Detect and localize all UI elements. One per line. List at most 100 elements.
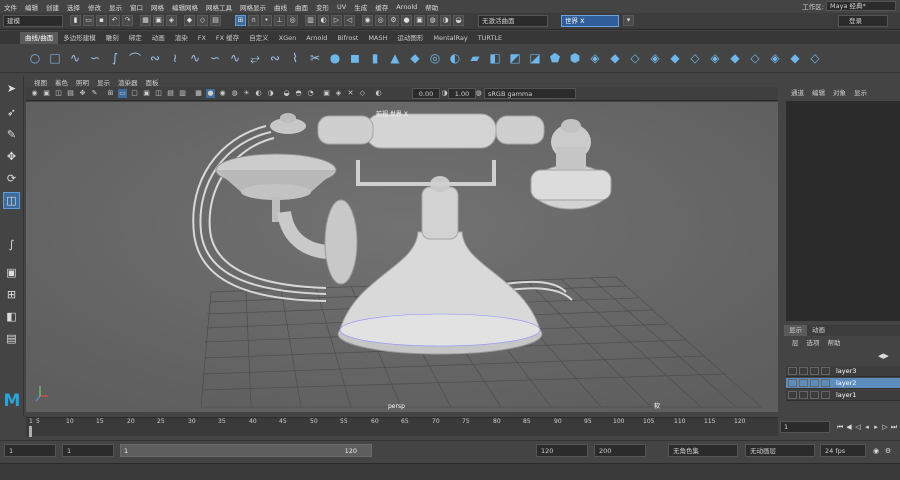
anim-layer-dropdown[interactable]: 无动画层 <box>745 444 815 457</box>
nurbs-torus-icon[interactable]: ◎ <box>426 49 444 67</box>
insert-knot-icon[interactable]: ∾ <box>266 49 284 67</box>
menu-item[interactable]: 曲面 <box>291 2 312 12</box>
xray-components-icon[interactable]: ◇ <box>358 89 367 98</box>
field-chart-icon[interactable]: ◫ <box>154 89 163 98</box>
stitch-icon[interactable]: ◈ <box>646 49 664 67</box>
go-to-end-icon[interactable]: ⏭ <box>890 422 898 432</box>
current-frame-field[interactable]: 1 <box>780 421 830 433</box>
layer-row[interactable]: layer1 <box>786 390 900 401</box>
menu-item[interactable]: 网格显示 <box>236 2 270 12</box>
snap-view-icon[interactable]: ⊥ <box>274 15 285 26</box>
layer-playback-toggle[interactable] <box>799 379 808 387</box>
range-slider[interactable]: 1 120 <box>120 444 372 457</box>
single-view-icon[interactable]: ▣ <box>3 264 20 281</box>
layer-menu-item[interactable]: 选项 <box>803 337 824 347</box>
go-to-start-icon[interactable]: ⏮ <box>836 422 844 432</box>
wireframe-icon[interactable]: ▦ <box>194 89 203 98</box>
detach-curve-icon[interactable]: ∿ <box>186 49 204 67</box>
menu-item[interactable]: 修改 <box>84 2 105 12</box>
input-icon[interactable]: ▷ <box>331 15 342 26</box>
surface-fillet-icon[interactable]: ◇ <box>626 49 644 67</box>
render-view-icon[interactable]: ▣ <box>414 15 425 26</box>
face-mask-icon[interactable]: ▤ <box>210 15 221 26</box>
menu-item[interactable]: 生成 <box>350 2 371 12</box>
loft-icon[interactable]: ▰ <box>466 49 484 67</box>
nurbs-square-icon[interactable]: □ <box>46 49 64 67</box>
shelf-tab[interactable]: FX 缓存 <box>211 32 244 44</box>
persp-outliner-icon[interactable]: ◧ <box>3 308 20 325</box>
panel-menu-item[interactable]: 照明 <box>72 77 93 87</box>
arnold-settings-icon[interactable]: ◒ <box>453 15 464 26</box>
insert-isoparm-icon[interactable]: ◈ <box>766 49 784 67</box>
save-scene-icon[interactable]: ▪ <box>96 15 107 26</box>
xray-joints-icon[interactable]: ✕ <box>346 89 355 98</box>
shelf-tab[interactable]: 雕刻 <box>101 32 124 44</box>
shelf-tab[interactable]: MentalRay <box>428 32 472 44</box>
trim-tool-icon[interactable]: ◈ <box>706 49 724 67</box>
command-line[interactable] <box>0 463 900 480</box>
pencil-curve-icon[interactable]: ∫ <box>106 49 124 67</box>
render-frame-icon[interactable]: ◉ <box>362 15 373 26</box>
menu-item[interactable]: 显示 <box>105 2 126 12</box>
color-management-icon[interactable]: ◍ <box>474 89 483 98</box>
birail-icon[interactable]: ◪ <box>526 49 544 67</box>
four-view-icon[interactable]: ⊞ <box>3 286 20 303</box>
panel-menu-item[interactable]: 着色 <box>51 77 72 87</box>
layer-visibility-toggle[interactable] <box>788 391 797 399</box>
project-curve-icon[interactable]: ◆ <box>666 49 684 67</box>
menu-item[interactable]: 窗口 <box>126 2 147 12</box>
depth-of-field-icon[interactable]: ◔ <box>306 89 315 98</box>
layer-row-selected[interactable]: layer2 <box>786 378 900 389</box>
attach-curve-icon[interactable]: ≀ <box>166 49 184 67</box>
snap-surface-icon[interactable]: ◎ <box>287 15 298 26</box>
motion-blur-icon[interactable]: ◒ <box>282 89 291 98</box>
arc-icon[interactable]: ⌒ <box>126 49 144 67</box>
layer-display-toggle[interactable] <box>810 367 819 375</box>
channel-box-menu-item[interactable]: 显示 <box>851 87 870 99</box>
channel-box-menu-item[interactable]: 对象 <box>830 87 849 99</box>
image-plane-icon[interactable]: ▤ <box>66 89 75 98</box>
perspective-viewport[interactable]: 前视 世界 X persp 软 <box>26 102 778 412</box>
trim-curve-icon[interactable]: ✂ <box>306 49 324 67</box>
layer-visibility-toggle[interactable] <box>788 379 797 387</box>
smooth-shade-icon[interactable]: ● <box>206 89 215 98</box>
nurbs-plane-icon[interactable]: ◆ <box>406 49 424 67</box>
shelf-tab[interactable]: 多边形建模 <box>58 32 101 44</box>
untrim-icon[interactable]: ◆ <box>726 49 744 67</box>
nurbs-cylinder-icon[interactable]: ▮ <box>366 49 384 67</box>
reverse-curve-icon[interactable]: ⥂ <box>246 49 264 67</box>
shadows-icon[interactable]: ◐ <box>254 89 263 98</box>
menu-item[interactable]: 帮助 <box>421 2 442 12</box>
menu-item[interactable]: UV <box>333 3 350 11</box>
workspace-dropdown[interactable]: Maya 经典* <box>826 1 896 11</box>
output-icon[interactable]: ◁ <box>344 15 355 26</box>
live-surface-field[interactable]: 无激活曲面 <box>478 15 548 27</box>
fillet-curve-icon[interactable]: ⌇ <box>286 49 304 67</box>
menu-item[interactable]: 选择 <box>63 2 84 12</box>
square-surface-icon[interactable]: ⬢ <box>566 49 584 67</box>
xray-icon[interactable]: ◈ <box>334 89 343 98</box>
gamma-field[interactable]: 1.00 <box>448 88 476 99</box>
history-icon[interactable]: ▥ <box>305 15 316 26</box>
layer-playback-toggle[interactable] <box>799 391 808 399</box>
layer-display-toggle[interactable] <box>810 391 819 399</box>
revolve-icon[interactable]: ◐ <box>446 49 464 67</box>
panel-menu-item[interactable]: 视图 <box>30 77 51 87</box>
layer-menu-item[interactable]: 帮助 <box>824 337 845 347</box>
step-forward-frame-icon[interactable]: ▷ <box>881 422 889 432</box>
shelf-tab[interactable]: MASH <box>363 32 392 44</box>
textured-icon[interactable]: ◍ <box>230 89 239 98</box>
safe-action-icon[interactable]: ▤ <box>166 89 175 98</box>
layer-display-toggle[interactable] <box>810 379 819 387</box>
ambient-occlusion-icon[interactable]: ◑ <box>266 89 275 98</box>
arnold-ipr-icon[interactable]: ◑ <box>440 15 451 26</box>
move-tool-icon[interactable]: ✥ <box>3 148 20 165</box>
extend-icon[interactable]: ◇ <box>746 49 764 67</box>
shelf-tab[interactable]: FX <box>193 32 211 44</box>
boundary-icon[interactable]: ⬟ <box>546 49 564 67</box>
undo-icon[interactable]: ↶ <box>109 15 120 26</box>
edge-mask-icon[interactable]: ◇ <box>197 15 208 26</box>
auto-key-icon[interactable]: ◉ <box>872 446 880 456</box>
menu-item[interactable]: 编辑 <box>21 2 42 12</box>
shelf-tab[interactable]: 绑定 <box>124 32 147 44</box>
